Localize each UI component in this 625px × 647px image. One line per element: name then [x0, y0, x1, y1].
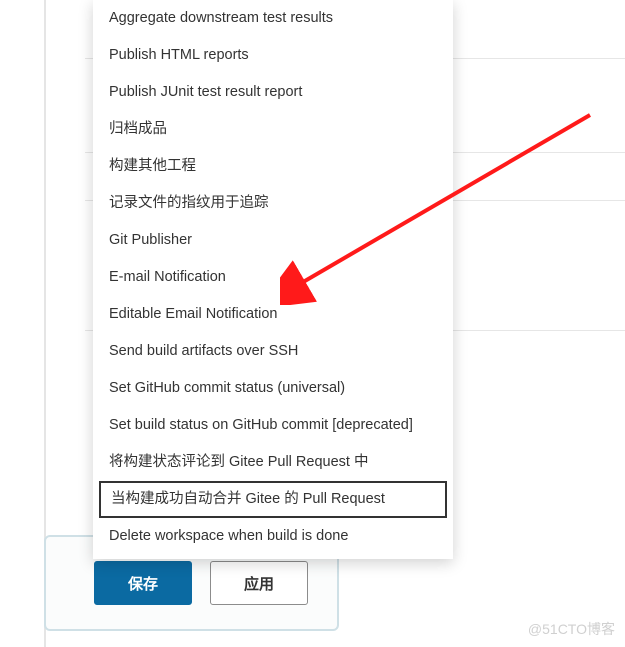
menu-item[interactable]: Set GitHub commit status (universal): [93, 370, 453, 407]
menu-item[interactable]: Delete workspace when build is done: [93, 518, 453, 555]
menu-item[interactable]: Publish JUnit test result report: [93, 74, 453, 111]
post-build-actions-menu: Aggregate downstream test resultsPublish…: [93, 0, 453, 559]
apply-button-label: 应用: [244, 573, 274, 594]
menu-item[interactable]: Publish HTML reports: [93, 37, 453, 74]
save-button[interactable]: 保存: [94, 561, 192, 605]
menu-item[interactable]: Send build artifacts over SSH: [93, 333, 453, 370]
menu-item[interactable]: 当构建成功自动合并 Gitee 的 Pull Request: [99, 481, 447, 518]
menu-item[interactable]: 构建其他工程: [93, 148, 453, 185]
menu-item[interactable]: Aggregate downstream test results: [93, 0, 453, 37]
menu-item[interactable]: Git Publisher: [93, 222, 453, 259]
menu-item[interactable]: 归档成品: [93, 111, 453, 148]
save-button-label: 保存: [128, 573, 158, 594]
menu-item[interactable]: 记录文件的指纹用于追踪: [93, 185, 453, 222]
menu-item[interactable]: Set build status on GitHub commit [depre…: [93, 407, 453, 444]
apply-button[interactable]: 应用: [210, 561, 308, 605]
menu-item[interactable]: E-mail Notification: [93, 259, 453, 296]
menu-item[interactable]: 将构建状态评论到 Gitee Pull Request 中: [93, 444, 453, 481]
watermark: @51CTO博客: [528, 619, 615, 639]
menu-item[interactable]: Editable Email Notification: [93, 296, 453, 333]
